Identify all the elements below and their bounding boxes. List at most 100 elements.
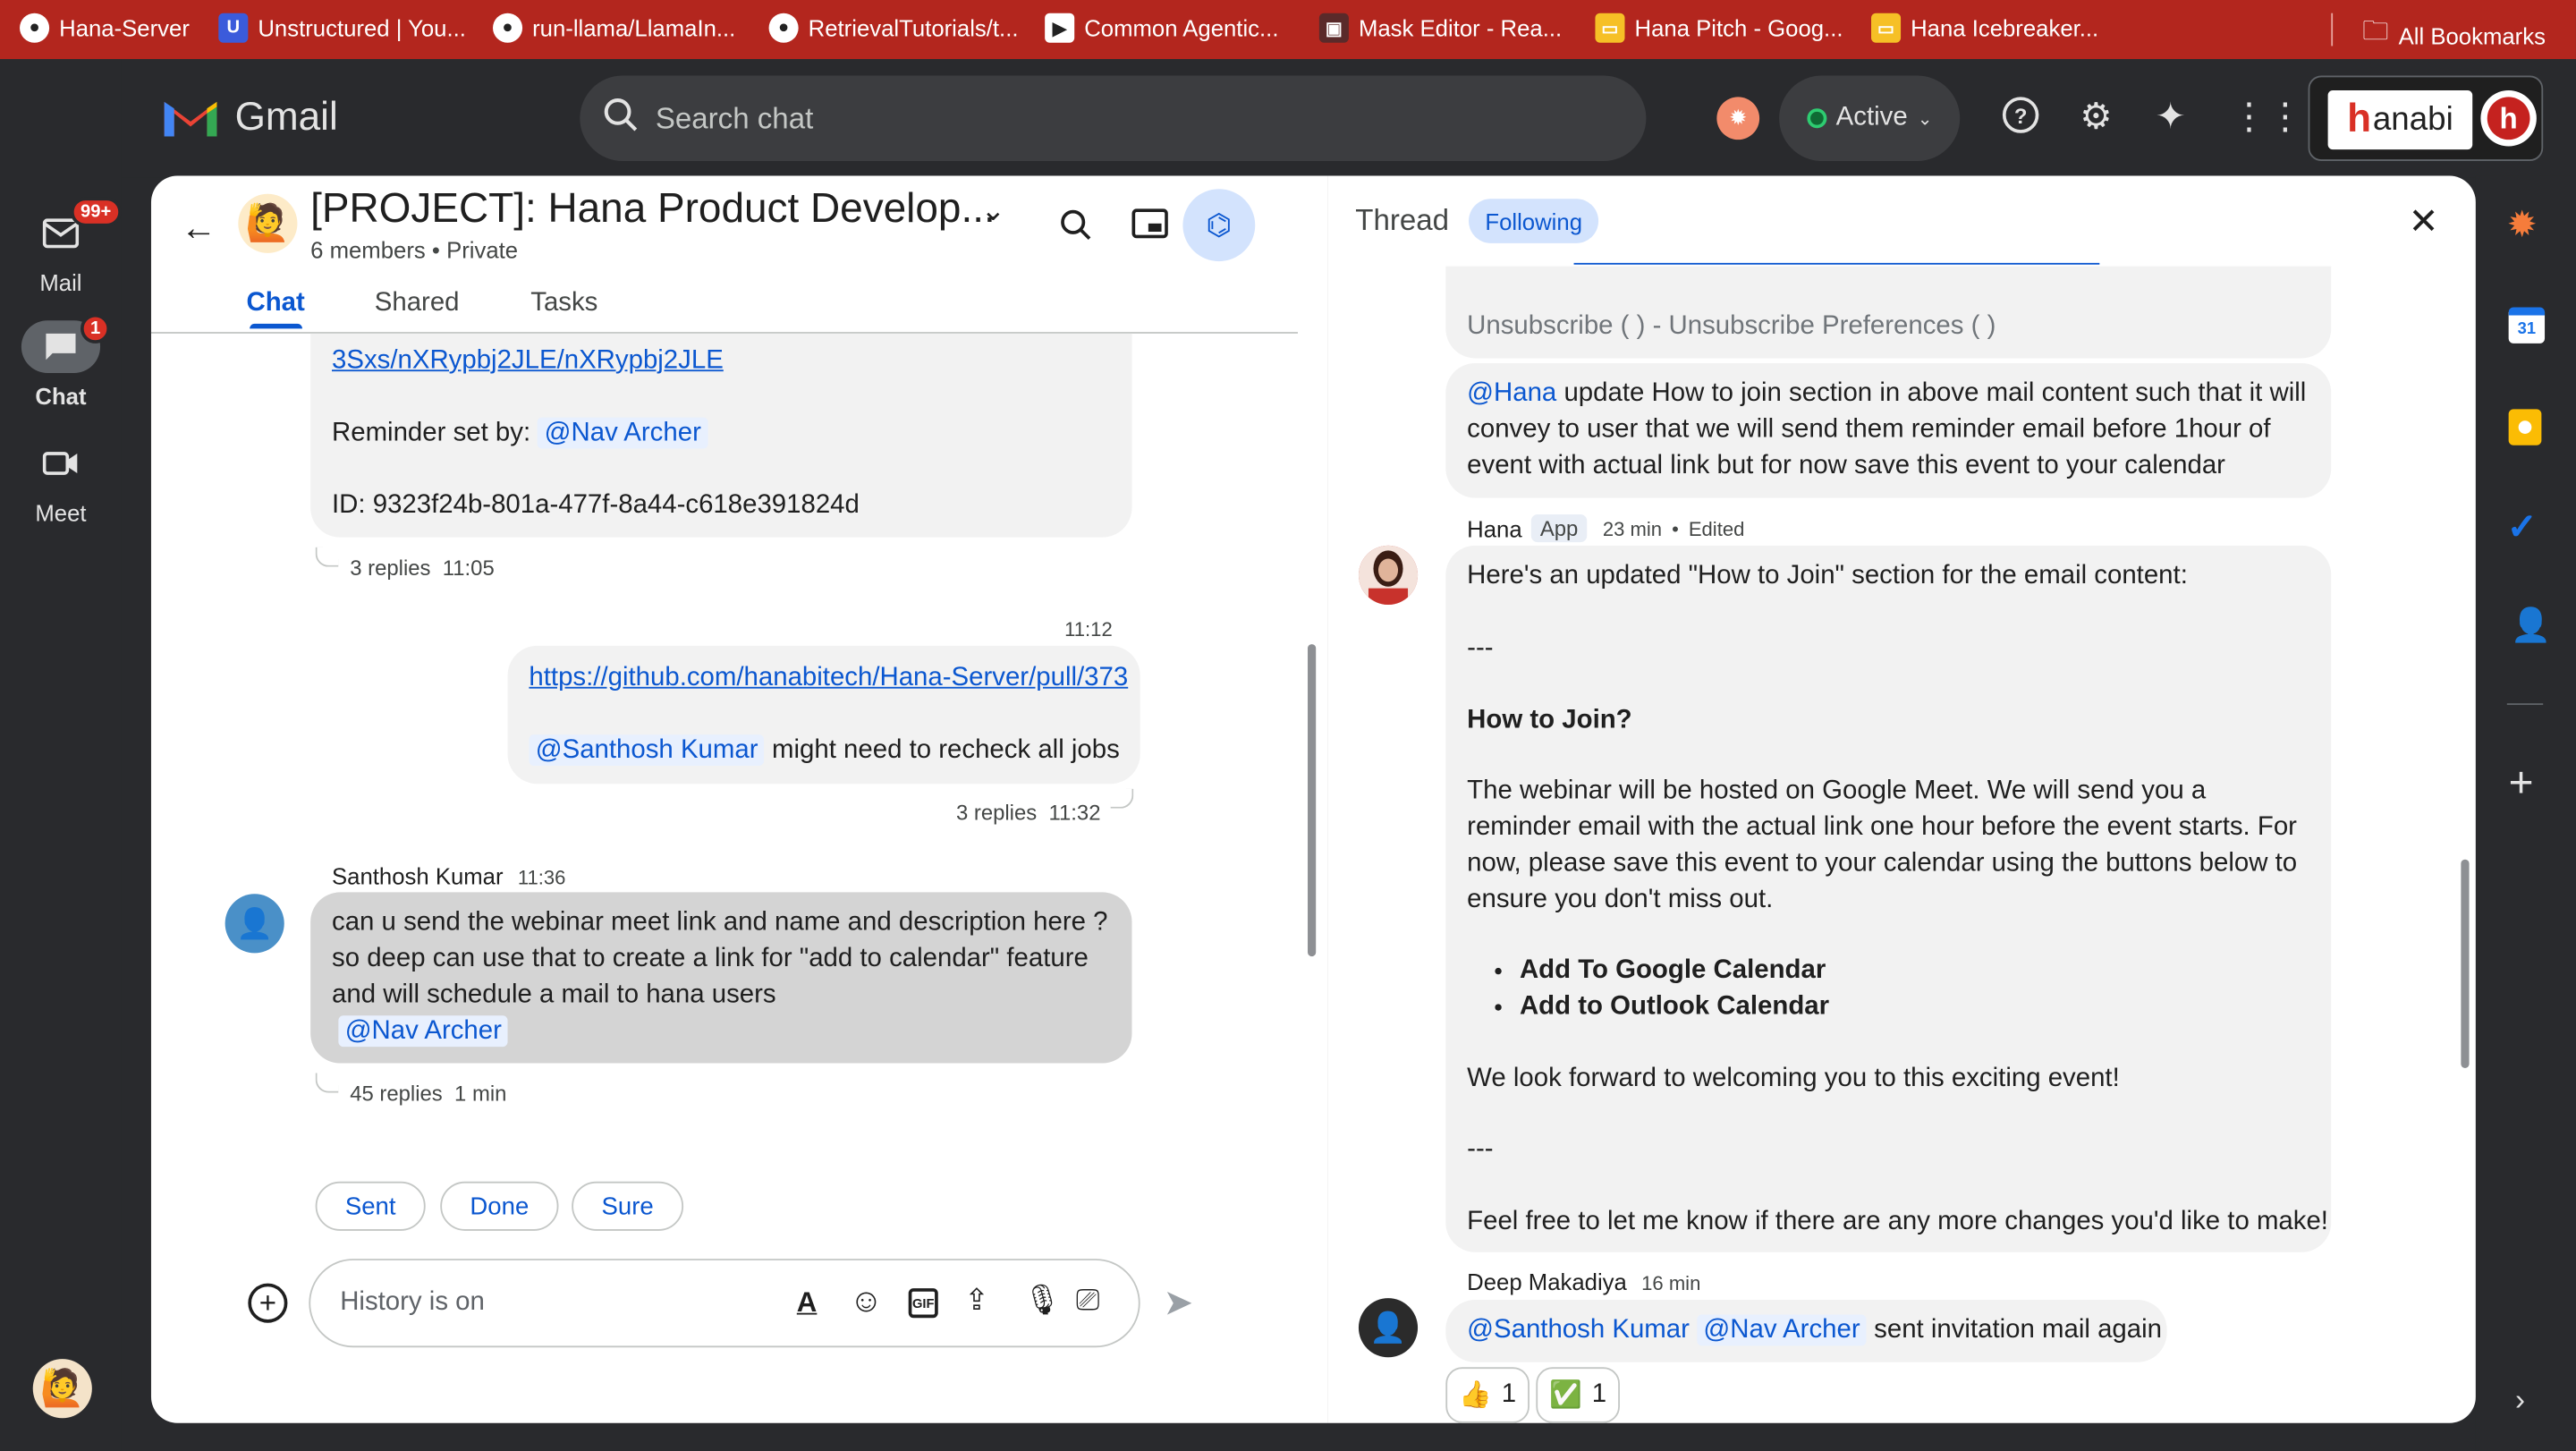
reminder-link[interactable]: 3Sxs/nXRypbj2JLE/nXRypbj2JLE — [332, 344, 724, 379]
bookmark-llamaindex[interactable]: ● run-llama/LlamaIn... — [493, 13, 735, 43]
image-icon: ▣ — [1318, 13, 1349, 43]
github-icon: ● — [768, 13, 799, 43]
message-author: Santhosh Kumar 11:36 — [332, 862, 566, 889]
message-bubble-reminder: 3Sxs/nXRypbj2JLE/nXRypbj2JLE Reminder se… — [310, 333, 1132, 538]
thread-replies-link[interactable]: 3 replies 11:32 — [956, 801, 1101, 826]
bookmark-hana-pitch[interactable]: ▭ Hana Pitch - Goog... — [1595, 13, 1843, 43]
tab-shared[interactable]: Shared — [375, 289, 460, 318]
bookmark-common-agentic[interactable]: ▶ Common Agentic... — [1045, 13, 1278, 43]
calendar-icon[interactable]: 31 — [2508, 307, 2546, 344]
smart-reply-sure[interactable]: Sure — [572, 1181, 684, 1231]
search-icon[interactable] — [1060, 208, 1093, 248]
settings-gear-icon[interactable]: ⚙ — [2080, 96, 2112, 139]
keep-icon[interactable] — [2508, 409, 2542, 445]
format-text-icon[interactable]: A — [797, 1286, 818, 1319]
bookmark-retrieval-tutorials[interactable]: ● RetrievalTutorials/t... — [768, 13, 1018, 43]
mention-nav-archer[interactable]: @Nav Archer — [1697, 1314, 1867, 1346]
tab-chat[interactable]: Chat — [247, 289, 305, 318]
santhosh-avatar[interactable]: 👤 — [225, 894, 284, 954]
mention-santhosh-kumar[interactable]: @Santhosh Kumar — [529, 734, 765, 766]
deep-message-meta: Deep Makadiya 16 min — [1467, 1269, 1701, 1295]
hubspot-icon[interactable]: ✹ — [2507, 204, 2538, 247]
message-composer[interactable]: History is on A ☺ GIF ⇪ 🎙 ⎚ — [309, 1259, 1140, 1348]
tab-tasks[interactable]: Tasks — [530, 289, 597, 318]
mention-hana[interactable]: @Hana — [1467, 379, 1556, 407]
reaction-check[interactable]: ✅ 1 — [1536, 1367, 1620, 1423]
rail-mail[interactable]: 99+ Mail — [0, 197, 122, 296]
add-addon-icon[interactable]: + — [2509, 760, 2534, 803]
following-button[interactable]: Following — [1469, 199, 1599, 243]
bookmark-hana-icebreaker[interactable]: ▭ Hana Icebreaker... — [1871, 13, 2098, 43]
hubspot-extension-icon[interactable]: ✹ — [1716, 97, 1760, 140]
bookmark-separator — [2331, 13, 2334, 47]
add-attachment-icon[interactable]: + — [248, 1283, 288, 1323]
space-meta: 6 members • Private — [310, 236, 519, 263]
video-icon: ▶ — [1045, 13, 1075, 43]
close-icon[interactable]: ✕ — [2409, 200, 2439, 243]
thread-replies-link[interactable]: 45 replies 1 min — [350, 1082, 506, 1107]
space-title[interactable]: [PROJECT]: Hana Product Develop... — [310, 186, 996, 233]
tasks-icon[interactable]: ✓ — [2507, 506, 2538, 549]
video-message-icon[interactable]: ⎚ — [1076, 1284, 1099, 1319]
smart-reply-done[interactable]: Done — [440, 1181, 559, 1231]
send-icon[interactable]: ➤ — [1163, 1282, 1193, 1325]
hana-avatar[interactable] — [1358, 545, 1419, 605]
message-bubble-santhosh: can u send the webinar meet link and nam… — [310, 892, 1132, 1064]
thread-scrollbar[interactable] — [2461, 859, 2470, 1068]
help-icon[interactable]: ? — [2001, 96, 2040, 145]
chevron-right-icon[interactable]: › — [2515, 1384, 2525, 1419]
mail-icon: 99+ — [21, 197, 122, 259]
thread-replies-link[interactable]: 3 replies 11:05 — [350, 556, 495, 581]
app-badge: App — [1531, 513, 1587, 543]
mention-santhosh-kumar[interactable]: @Santhosh Kumar — [1467, 1316, 1690, 1344]
gemini-sparkle-icon[interactable]: ✦ — [2156, 96, 2186, 139]
microphone-icon[interactable]: 🎙 — [1023, 1284, 1061, 1319]
app-name: Gmail — [234, 95, 338, 140]
thread-message-request: @Hana update How to join section in abov… — [1445, 362, 2332, 498]
chat-scrollbar[interactable] — [1308, 644, 1317, 957]
chat-badge: 1 — [80, 313, 111, 344]
emoji-icon[interactable]: ☺ — [850, 1284, 884, 1321]
picture-in-picture-icon[interactable] — [1131, 208, 1168, 244]
account-switcher[interactable]: h anabi h — [2308, 75, 2544, 162]
bookmark-unstructured[interactable]: U Unstructured | You... — [218, 13, 466, 43]
back-arrow-icon[interactable]: ← — [181, 207, 216, 250]
reaction-thumbs-up[interactable]: 👍 1 — [1445, 1367, 1530, 1423]
rail-meet[interactable]: Meet — [0, 437, 122, 526]
rail-chat[interactable]: 1 Chat — [0, 313, 122, 409]
upload-icon[interactable]: ⇪ — [964, 1284, 989, 1319]
mention-nav-archer[interactable]: @Nav Archer — [538, 417, 708, 449]
search-input[interactable]: Search chat — [656, 101, 813, 136]
own-message-text: @Santhosh Kumar might need to recheck al… — [529, 733, 1120, 768]
user-avatar[interactable]: 🙋 — [32, 1359, 92, 1419]
bookmark-hana-server[interactable]: ● Hana-Server — [20, 13, 190, 43]
thread-message-hana: Here's an updated "How to Join" section … — [1445, 545, 2332, 1252]
mail-badge: 99+ — [70, 197, 122, 227]
smart-reply-sent[interactable]: Sent — [315, 1181, 426, 1231]
bookmark-mask-editor[interactable]: ▣ Mask Editor - Rea... — [1318, 13, 1562, 43]
chevron-down-icon[interactable]: ⌄ — [981, 194, 1006, 229]
github-pr-link[interactable]: https://github.com/hanabitech/Hana-Serve… — [529, 660, 1128, 696]
hana-message-meta: Hana App 23 min • Edited — [1467, 513, 1745, 543]
gif-icon[interactable]: GIF — [908, 1288, 938, 1319]
search-icon[interactable] — [603, 96, 639, 140]
thread-message-previous: Unsubscribe ( ) - Unsubscribe Preference… — [1445, 262, 2332, 359]
reminder-line: Reminder set by: @Nav Archer — [332, 416, 708, 452]
video-camera-icon — [21, 437, 100, 490]
mention-nav-archer[interactable]: @Nav Archer — [338, 1015, 509, 1048]
reminder-id: ID: 9323f24b-801a-477f-8a44-c618e391824d — [332, 491, 860, 520]
chevron-down-icon: ⌄ — [1917, 109, 1933, 130]
composer-input[interactable]: History is on — [340, 1288, 485, 1318]
account-avatar[interactable]: h — [2480, 90, 2537, 147]
thread-toggle-button[interactable]: ⌬ — [1182, 189, 1256, 262]
how-to-join-heading: How to Join? — [1467, 706, 1632, 735]
contacts-icon[interactable]: 👤 — [2510, 605, 2551, 646]
search-bar[interactable]: Search chat — [580, 75, 1647, 162]
status-dropdown[interactable]: Active ⌄ — [1779, 75, 1961, 162]
status-dot-icon — [1806, 108, 1826, 129]
deep-avatar[interactable]: 👤 — [1358, 1298, 1419, 1358]
github-icon: ● — [20, 13, 50, 43]
message-time: 11:12 — [1064, 617, 1113, 641]
calendar-options-list: Add To Google Calendar Add to Outlook Ca… — [1467, 953, 1829, 1025]
bookmark-all[interactable]: 🗀 All Bookmarks — [2362, 13, 2546, 58]
